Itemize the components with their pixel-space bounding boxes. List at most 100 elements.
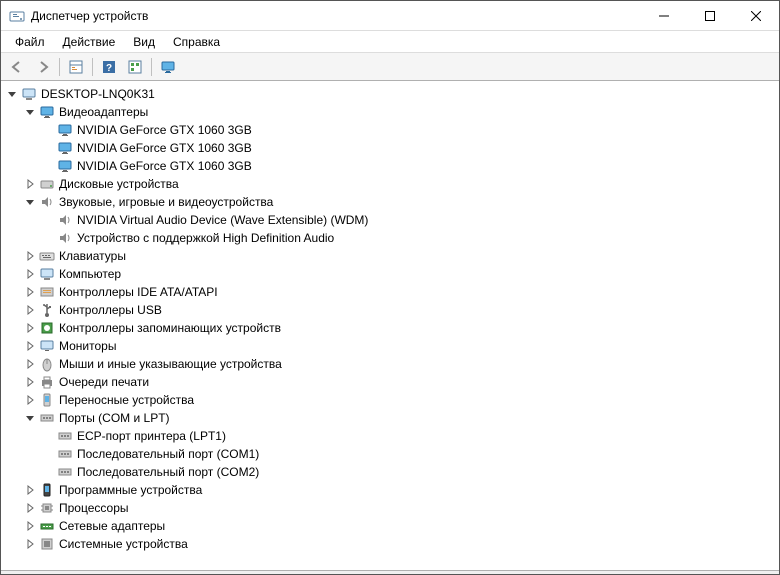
storage-icon — [39, 320, 55, 336]
tree-category[interactable]: Контроллеры USB — [1, 301, 779, 319]
port-icon — [57, 446, 73, 462]
tree-device[interactable]: NVIDIA GeForce GTX 1060 3GB — [1, 157, 779, 175]
tree-item-label: Дисковые устройства — [59, 177, 179, 191]
expand-icon[interactable] — [23, 483, 37, 497]
menu-help[interactable]: Справка — [165, 33, 228, 51]
ide-icon — [39, 284, 55, 300]
tree-item-label: Программные устройства — [59, 483, 202, 497]
tree-item-label: Контроллеры запоминающих устройств — [59, 321, 281, 335]
tree-item-label: NVIDIA GeForce GTX 1060 3GB — [77, 159, 252, 173]
audio-icon — [57, 230, 73, 246]
minimize-button[interactable] — [641, 1, 687, 31]
expand-icon[interactable] — [23, 501, 37, 515]
tree-item-label: Процессоры — [59, 501, 129, 515]
tree-category[interactable]: Дисковые устройства — [1, 175, 779, 193]
expand-icon[interactable] — [23, 357, 37, 371]
toolbar-forward-button[interactable] — [31, 56, 55, 78]
toolbar: ? — [1, 53, 779, 81]
menu-view[interactable]: Вид — [125, 33, 163, 51]
menu-file[interactable]: Файл — [7, 33, 53, 51]
tree-category[interactable]: Контроллеры запоминающих устройств — [1, 319, 779, 337]
tree-item-label: NVIDIA GeForce GTX 1060 3GB — [77, 141, 252, 155]
port-icon — [57, 464, 73, 480]
tree-root[interactable]: DESKTOP-LNQ0K31 — [1, 85, 779, 103]
tree-category[interactable]: Звуковые, игровые и видеоустройства — [1, 193, 779, 211]
tree-item-label: Контроллеры USB — [59, 303, 162, 317]
tree-category[interactable]: Переносные устройства — [1, 391, 779, 409]
collapse-icon[interactable] — [5, 87, 19, 101]
printer-icon — [39, 374, 55, 390]
tree-category[interactable]: Клавиатуры — [1, 247, 779, 265]
expand-icon[interactable] — [23, 537, 37, 551]
collapse-icon[interactable] — [23, 195, 37, 209]
tree-device[interactable]: NVIDIA Virtual Audio Device (Wave Extens… — [1, 211, 779, 229]
expand-icon[interactable] — [23, 519, 37, 533]
expand-icon[interactable] — [23, 285, 37, 299]
tree-item-label: Порты (COM и LPT) — [59, 411, 170, 425]
tree-item-label: Переносные устройства — [59, 393, 194, 407]
computer-icon — [39, 266, 55, 282]
toolbar-help-button[interactable]: ? — [97, 56, 121, 78]
collapse-icon[interactable] — [23, 411, 37, 425]
tree-item-label: Звуковые, игровые и видеоустройства — [59, 195, 273, 209]
tree-category[interactable]: Процессоры — [1, 499, 779, 517]
monitor-icon — [39, 338, 55, 354]
tree-device[interactable]: NVIDIA GeForce GTX 1060 3GB — [1, 139, 779, 157]
tree-item-label: Системные устройства — [59, 537, 188, 551]
toolbar-monitor-button[interactable] — [156, 56, 180, 78]
tree-item-label: NVIDIA Virtual Audio Device (Wave Extens… — [77, 213, 368, 227]
tree-category[interactable]: Программные устройства — [1, 481, 779, 499]
network-icon — [39, 518, 55, 534]
tree-device[interactable]: NVIDIA GeForce GTX 1060 3GB — [1, 121, 779, 139]
tree-category[interactable]: Очереди печати — [1, 373, 779, 391]
tree-item-label: Сетевые адаптеры — [59, 519, 165, 533]
statusbar — [1, 570, 779, 574]
audio-icon — [57, 212, 73, 228]
tree-category[interactable]: Порты (COM и LPT) — [1, 409, 779, 427]
expand-icon[interactable] — [23, 375, 37, 389]
tree-item-label: NVIDIA GeForce GTX 1060 3GB — [77, 123, 252, 137]
tree-category[interactable]: Сетевые адаптеры — [1, 517, 779, 535]
toolbar-scan-button[interactable] — [123, 56, 147, 78]
tree-category[interactable]: Видеоадаптеры — [1, 103, 779, 121]
tree-category[interactable]: Мониторы — [1, 337, 779, 355]
close-button[interactable] — [733, 1, 779, 31]
tree-item-label: Клавиатуры — [59, 249, 126, 263]
collapse-icon[interactable] — [23, 105, 37, 119]
tree-device[interactable]: Устройство с поддержкой High Definition … — [1, 229, 779, 247]
expand-icon[interactable] — [23, 321, 37, 335]
tree-category[interactable]: Мыши и иные указывающие устройства — [1, 355, 779, 373]
tree-item-label: Компьютер — [59, 267, 121, 281]
menu-action[interactable]: Действие — [55, 33, 124, 51]
tree-category[interactable]: Компьютер — [1, 265, 779, 283]
maximize-button[interactable] — [687, 1, 733, 31]
tree-item-label: Мыши и иные указывающие устройства — [59, 357, 282, 371]
toolbar-properties-button[interactable] — [64, 56, 88, 78]
mouse-icon — [39, 356, 55, 372]
audio-icon — [39, 194, 55, 210]
tree-device[interactable]: Последовательный порт (COM2) — [1, 463, 779, 481]
tree-item-label: Последовательный порт (COM1) — [77, 447, 259, 461]
tree-device[interactable]: Последовательный порт (COM1) — [1, 445, 779, 463]
expand-icon[interactable] — [23, 393, 37, 407]
usb-icon — [39, 302, 55, 318]
toolbar-back-button[interactable] — [5, 56, 29, 78]
tree-item-label: Видеоадаптеры — [59, 105, 148, 119]
expand-icon[interactable] — [23, 303, 37, 317]
tree-item-label: Контроллеры IDE ATA/ATAPI — [59, 285, 218, 299]
expand-icon[interactable] — [23, 339, 37, 353]
tree-item-label: Последовательный порт (COM2) — [77, 465, 259, 479]
cpu-icon — [39, 500, 55, 516]
portable-icon — [39, 392, 55, 408]
tree-category[interactable]: Системные устройства — [1, 535, 779, 553]
tree-category[interactable]: Контроллеры IDE ATA/ATAPI — [1, 283, 779, 301]
display-icon — [57, 122, 73, 138]
expand-icon[interactable] — [23, 249, 37, 263]
device-tree[interactable]: DESKTOP-LNQ0K31 Видеоадаптеры NVIDIA GeFor… — [1, 81, 779, 570]
system-icon — [39, 536, 55, 552]
expand-icon[interactable] — [23, 267, 37, 281]
display-icon — [57, 140, 73, 156]
app-icon — [9, 8, 25, 24]
tree-device[interactable]: ECP-порт принтера (LPT1) — [1, 427, 779, 445]
expand-icon[interactable] — [23, 177, 37, 191]
